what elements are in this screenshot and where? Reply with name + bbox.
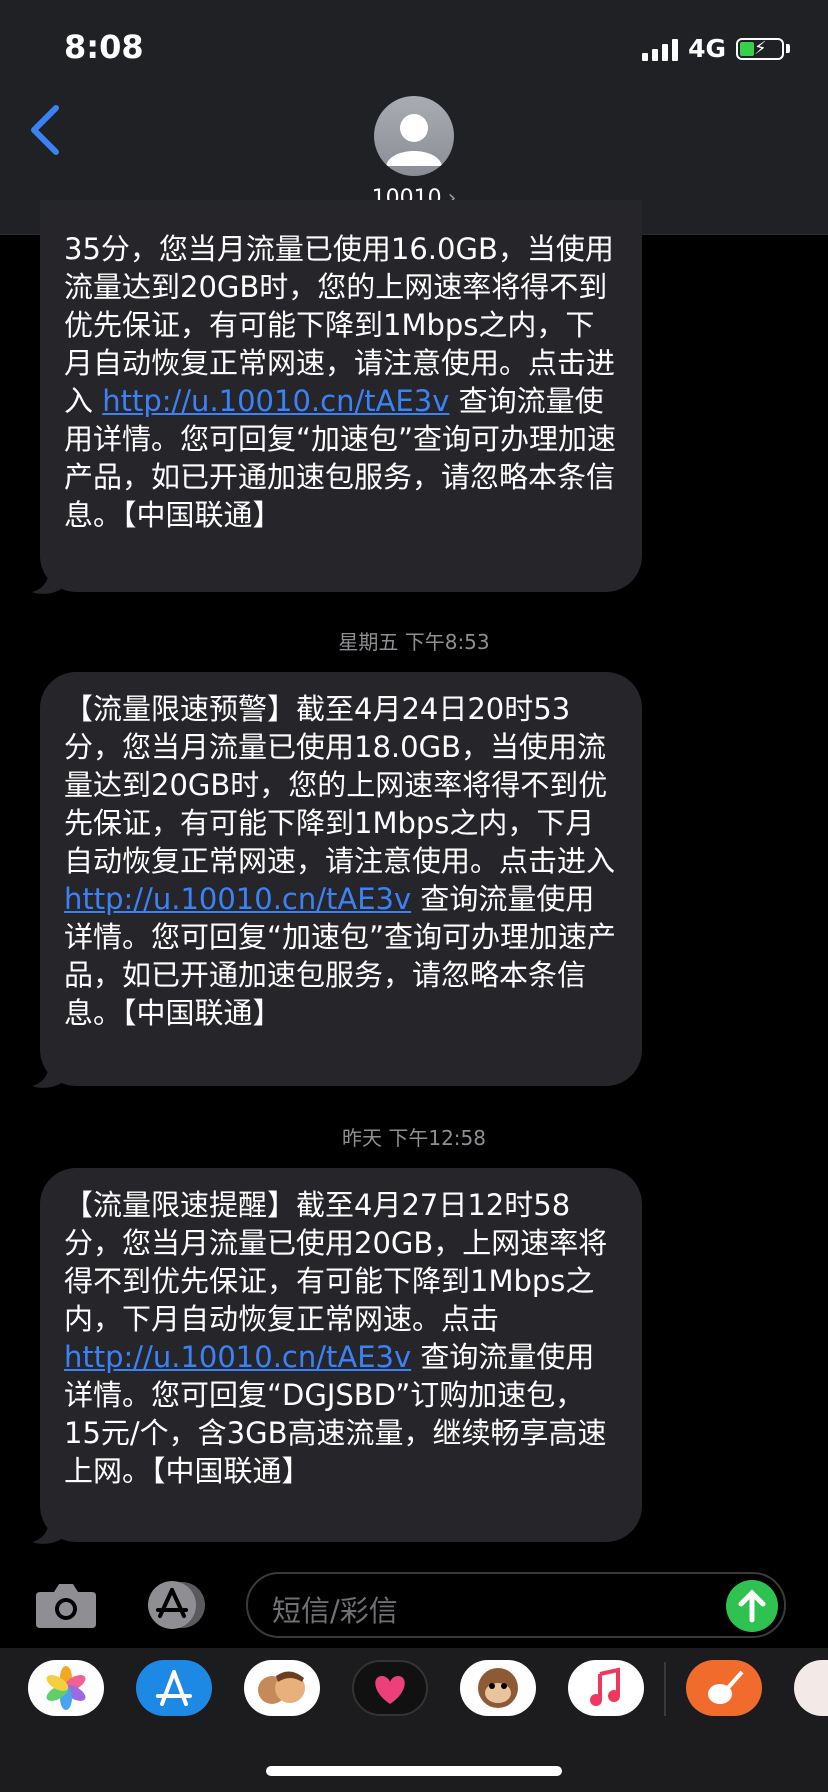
contact-avatar[interactable] — [374, 96, 454, 176]
garageband-icon[interactable] — [686, 1660, 762, 1716]
send-arrow-icon[interactable] — [726, 1580, 778, 1632]
status-time: 8:08 — [64, 28, 144, 66]
digital-touch-icon[interactable] — [352, 1660, 428, 1716]
message-text: 【流量限速提醒】截至4月27日12时58分，您当月流量已使用20GB，上网速率将… — [64, 1188, 608, 1336]
message-bubble[interactable]: 【流量限速预警】截至4月24日20时53分，您当月流量已使用18.0GB，当使用… — [40, 672, 642, 1086]
bubble-tail — [32, 1054, 68, 1088]
app-store-icon[interactable] — [136, 1660, 212, 1716]
dock-separator — [664, 1662, 666, 1716]
home-indicator — [266, 1766, 562, 1776]
bubble-tail — [32, 560, 68, 594]
message-link[interactable]: http://u.10010.cn/tAE3v — [102, 384, 449, 418]
network-type: 4G — [688, 34, 726, 63]
animoji-monkey-icon[interactable] — [460, 1660, 536, 1716]
message-bubble[interactable]: 【流量限速提醒】截至4月27日12时58分，您当月流量已使用20GB，上网速率将… — [40, 1168, 642, 1542]
photos-icon[interactable] — [28, 1660, 104, 1716]
battery-icon: ⚡ — [736, 37, 784, 60]
app-store-drawer-icon[interactable] — [140, 1580, 212, 1630]
message-text: 【流量限速预警】截至4月24日20时53分，您当月流量已使用18.0GB，当使用… — [64, 692, 616, 878]
back-chevron-icon[interactable] — [22, 100, 70, 160]
message-link[interactable]: http://u.10010.cn/tAE3v — [64, 1340, 411, 1374]
message-timestamp: 昨天 下午12:58 — [342, 1126, 486, 1150]
message-bubble[interactable]: 35分，您当月流量已使用16.0GB，当使用流量达到20GB时，您的上网速率将得… — [40, 200, 642, 592]
message-timestamp: 星期五 下午8:53 — [338, 630, 490, 654]
message-text-field[interactable]: 短信/彩信 — [246, 1572, 786, 1638]
message-input-bar: 短信/彩信 — [0, 1560, 828, 1650]
sticker-app-icon[interactable] — [794, 1660, 828, 1716]
music-icon[interactable] — [568, 1660, 644, 1716]
message-link[interactable]: http://u.10010.cn/tAE3v — [64, 882, 411, 916]
memoji-icon[interactable] — [244, 1660, 320, 1716]
bubble-tail — [32, 1510, 68, 1544]
cellular-signal-icon — [642, 37, 679, 61]
camera-icon[interactable] — [34, 1580, 98, 1630]
battery-nub — [786, 44, 790, 53]
input-placeholder: 短信/彩信 — [272, 1594, 398, 1628]
status-indicators: 4G ⚡ — [642, 34, 790, 63]
